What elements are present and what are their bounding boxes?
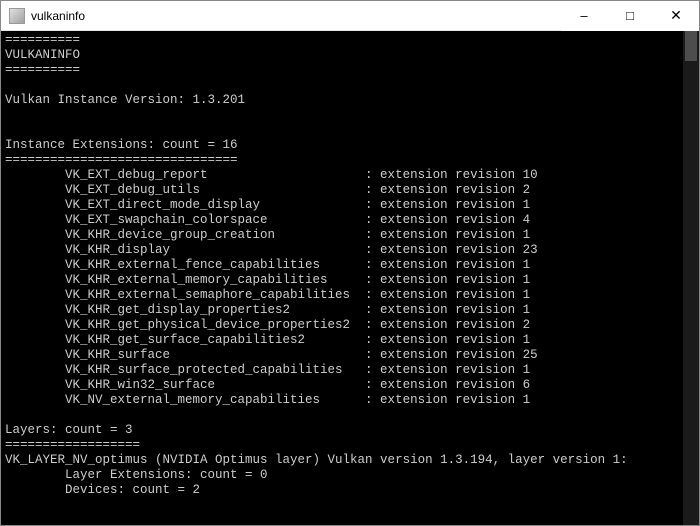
scrollbar[interactable] [683, 31, 699, 525]
window-controls: – □ ✕ [561, 1, 699, 31]
titlebar[interactable]: vulkaninfo – □ ✕ [1, 1, 699, 31]
window-title: vulkaninfo [31, 9, 85, 23]
maximize-button[interactable]: □ [607, 1, 653, 31]
app-icon [9, 8, 25, 24]
close-button[interactable]: ✕ [653, 1, 699, 31]
window: vulkaninfo – □ ✕ ========== VULKANINFO =… [0, 0, 700, 526]
minimize-button[interactable]: – [561, 1, 607, 31]
console-output: ========== VULKANINFO ========== Vulkan … [1, 31, 683, 525]
scrollbar-thumb[interactable] [685, 31, 697, 61]
